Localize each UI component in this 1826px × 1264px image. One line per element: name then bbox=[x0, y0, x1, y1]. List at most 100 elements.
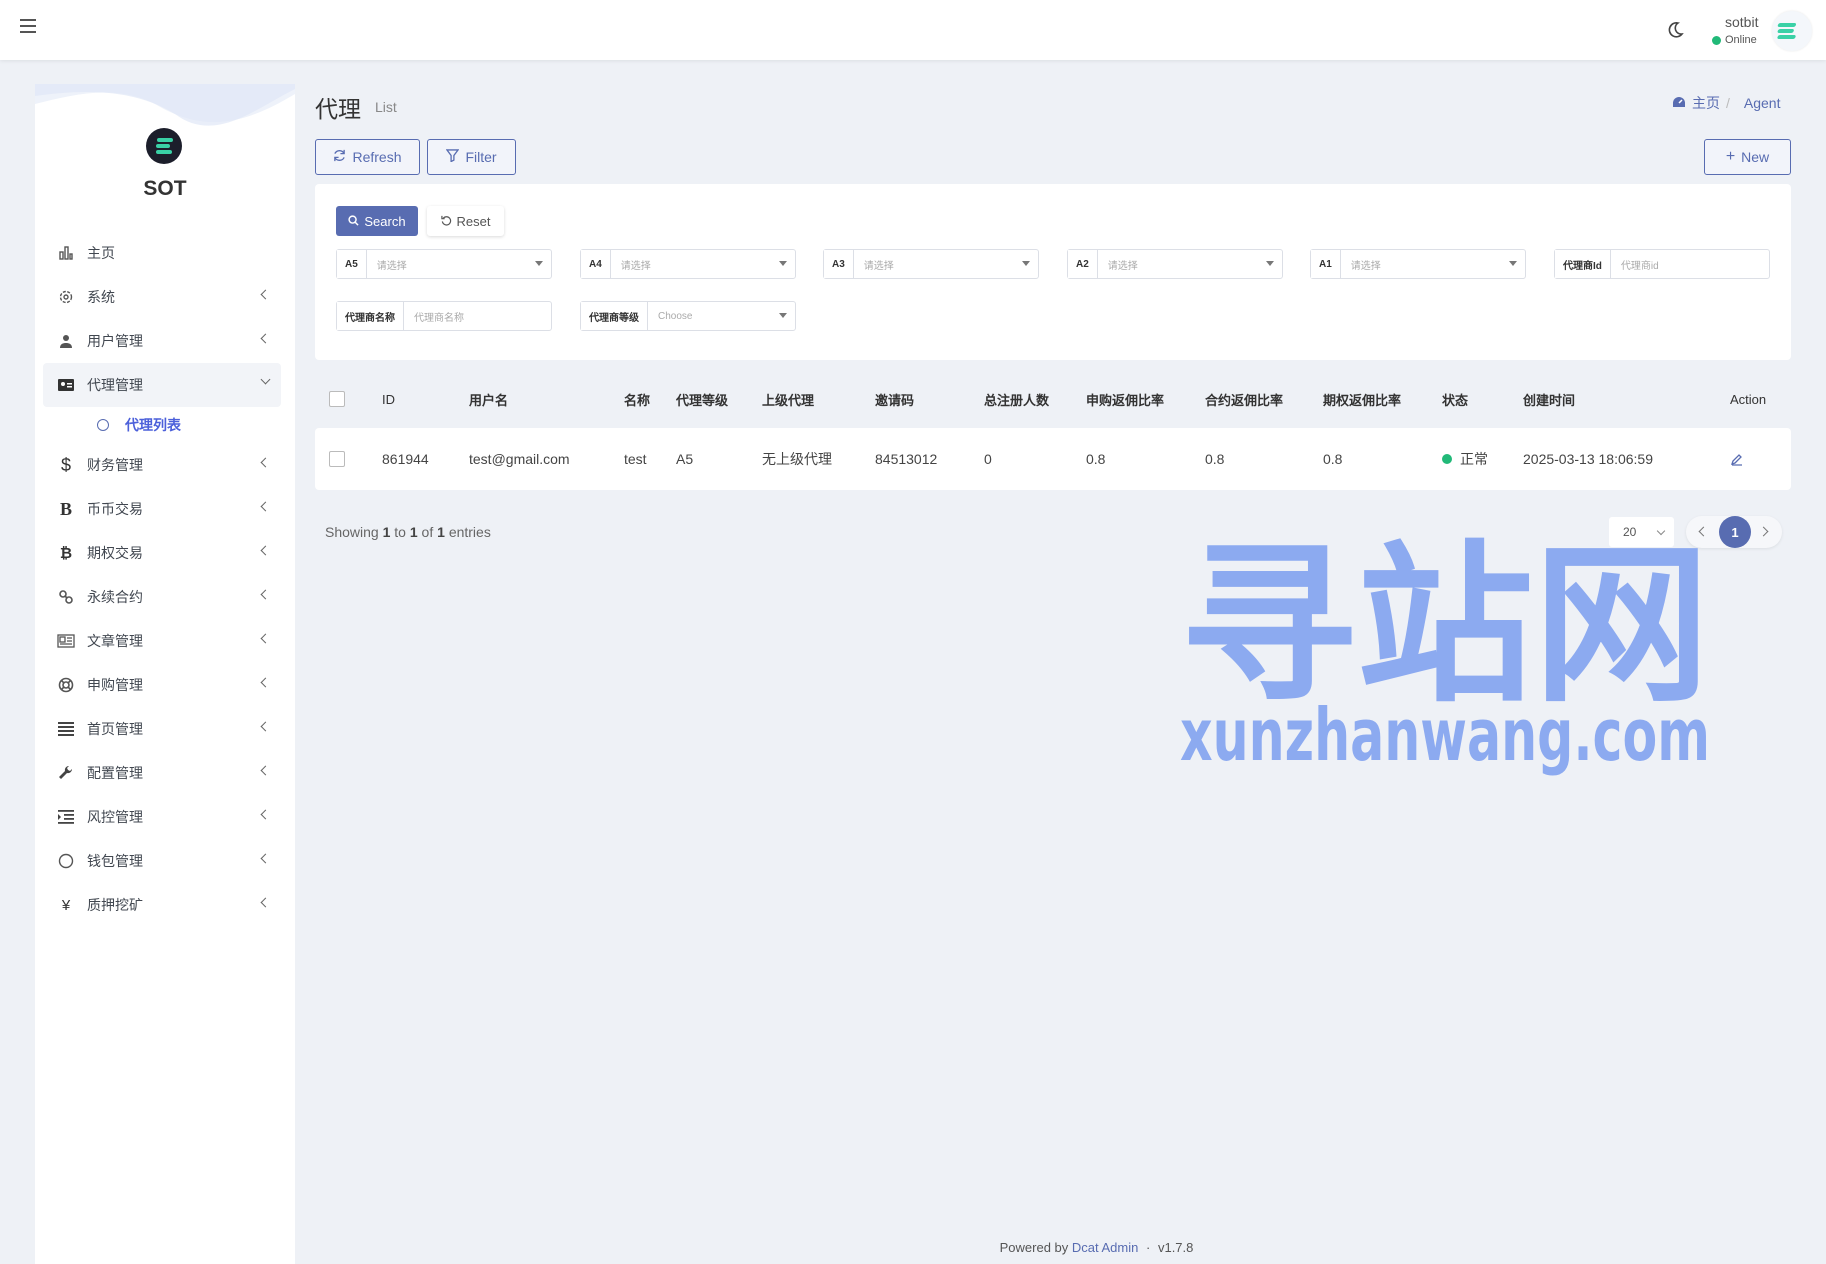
filter-agent-name-input[interactable]: 代理商名称 代理商名称 bbox=[336, 301, 552, 331]
search-button[interactable]: Search bbox=[336, 206, 418, 236]
undo-icon bbox=[440, 214, 452, 229]
footer-separator: · bbox=[1146, 1240, 1151, 1255]
filter-a1-select[interactable]: A1 请选择 bbox=[1310, 249, 1526, 279]
sidebar-item-label: 系统 bbox=[87, 289, 115, 305]
sidebar-item-perpetual[interactable]: 永续合约 bbox=[43, 575, 281, 619]
column-header: 期权返佣比率 bbox=[1323, 392, 1402, 408]
chevron-left-icon bbox=[260, 289, 271, 300]
sidebar-item-label: 财务管理 bbox=[87, 457, 143, 473]
showing-from: 1 bbox=[382, 524, 391, 540]
sidebar-menu: 主页 系统 用户管理 代理管理 代理列表 $ 财务管理 B 币币交易 ₿ 期权交… bbox=[43, 231, 281, 927]
showing-to: 1 bbox=[409, 524, 418, 540]
user-name[interactable]: sotbit bbox=[1725, 14, 1758, 30]
menu-toggle-icon[interactable] bbox=[20, 19, 36, 33]
new-button[interactable]: + New bbox=[1704, 139, 1791, 175]
showing-prefix: Showing bbox=[325, 524, 379, 540]
filter-value: 请选择 bbox=[1107, 260, 1138, 272]
list-icon bbox=[57, 720, 75, 738]
sidebar-item-subscription[interactable]: 申购管理 bbox=[43, 663, 281, 707]
brand-name: SOT bbox=[143, 177, 187, 200]
next-page-icon[interactable] bbox=[1758, 526, 1769, 537]
sidebar-item-label: 代理管理 bbox=[87, 377, 143, 393]
footer: Powered by Dcat Admin · v1.7.8 bbox=[0, 1240, 1826, 1255]
column-header: 上级代理 bbox=[762, 392, 815, 408]
filter-agent-level-select[interactable]: 代理商等级 Choose bbox=[580, 301, 796, 331]
sidebar-item-users[interactable]: 用户管理 bbox=[43, 319, 281, 363]
filter-agent-id-input[interactable]: 代理商Id 代理商id bbox=[1554, 249, 1770, 279]
filter-a2-select[interactable]: A2 请选择 bbox=[1067, 249, 1283, 279]
sidebar-subitem-agent-list[interactable]: 代理列表 bbox=[43, 407, 281, 443]
avatar[interactable] bbox=[1772, 11, 1812, 51]
link-icon bbox=[57, 588, 75, 606]
breadcrumb-home[interactable]: 主页 bbox=[1692, 93, 1720, 113]
sidebar-item-config[interactable]: 配置管理 bbox=[43, 751, 281, 795]
dark-mode-moon-icon[interactable] bbox=[1665, 20, 1685, 40]
sidebar-item-wallet[interactable]: 钱包管理 bbox=[43, 839, 281, 883]
chevron-left-icon bbox=[260, 545, 271, 556]
edit-icon[interactable] bbox=[1730, 428, 1744, 490]
page-title: 代理 bbox=[315, 96, 361, 122]
footer-prefix: Powered by bbox=[999, 1240, 1069, 1255]
chevron-left-icon bbox=[260, 853, 271, 864]
sidebar-item-system[interactable]: 系统 bbox=[43, 275, 281, 319]
new-label: New bbox=[1741, 149, 1770, 165]
dashboard-icon bbox=[1672, 95, 1686, 111]
showing-entries-word: entries bbox=[448, 524, 491, 540]
cell-status: 正常 bbox=[1442, 428, 1488, 490]
cell-contract-rate: 0.8 bbox=[1205, 451, 1225, 467]
table-header: ID 用户名 名称 代理等级 上级代理 邀请码 总注册人数 申购返佣比率 合约返… bbox=[315, 374, 1791, 424]
sidebar-item-label: 期权交易 bbox=[87, 545, 143, 561]
sidebar-item-homepage[interactable]: 首页管理 bbox=[43, 707, 281, 751]
sidebar-item-spot-trading[interactable]: B 币币交易 bbox=[43, 487, 281, 531]
column-header: 代理等级 bbox=[676, 392, 729, 408]
column-header[interactable]: ID bbox=[382, 374, 395, 424]
filter-label: A3 bbox=[824, 250, 854, 278]
search-label: Search bbox=[364, 213, 406, 229]
filter-value: 请选择 bbox=[1350, 260, 1381, 272]
filter-a4-select[interactable]: A4 请选择 bbox=[580, 249, 796, 279]
caret-down-icon bbox=[779, 313, 787, 318]
wrench-icon bbox=[57, 764, 75, 782]
breadcrumb-current[interactable]: Agent bbox=[1744, 95, 1781, 111]
sidebar-item-home[interactable]: 主页 bbox=[43, 231, 281, 275]
showing-of-word: of bbox=[421, 524, 434, 540]
sidebar-item-label: 币币交易 bbox=[87, 501, 143, 517]
caret-down-icon bbox=[1509, 261, 1517, 266]
filter-a3-select[interactable]: A3 请选择 bbox=[823, 249, 1039, 279]
page-number-current[interactable]: 1 bbox=[1719, 516, 1751, 548]
reset-button[interactable]: Reset bbox=[427, 206, 504, 236]
row-checkbox[interactable] bbox=[329, 451, 345, 467]
chevron-left-icon bbox=[260, 721, 271, 732]
cell-id: 861944 bbox=[382, 451, 429, 467]
filter-a5-select[interactable]: A5 请选择 bbox=[336, 249, 552, 279]
select-all-checkbox[interactable] bbox=[329, 391, 345, 407]
filter-icon bbox=[446, 149, 460, 165]
footer-version: v1.7.8 bbox=[1157, 1240, 1194, 1255]
filter-value: Choose bbox=[658, 310, 693, 322]
sidebar-item-articles[interactable]: 文章管理 bbox=[43, 619, 281, 663]
cell-subscription-rate: 0.8 bbox=[1086, 451, 1106, 467]
sidebar-item-label: 主页 bbox=[87, 245, 115, 261]
sidebar-item-label: 用户管理 bbox=[87, 333, 143, 349]
yen-icon: ¥ bbox=[61, 896, 71, 914]
sidebar-item-label: 永续合约 bbox=[87, 589, 143, 605]
sidebar-item-staking[interactable]: ¥ 质押挖矿 bbox=[43, 883, 281, 927]
breadcrumb-separator: / bbox=[1726, 95, 1730, 111]
cell-username: test@gmail.com bbox=[469, 451, 570, 467]
sidebar-item-risk[interactable]: 风控管理 bbox=[43, 795, 281, 839]
footer-link[interactable]: Dcat Admin bbox=[1072, 1240, 1138, 1255]
user-icon bbox=[57, 332, 75, 350]
filter-button[interactable]: Filter bbox=[427, 139, 516, 175]
sidebar-subitem-label: 代理列表 bbox=[125, 417, 181, 433]
data-table: ID 用户名 名称 代理等级 上级代理 邀请码 总注册人数 申购返佣比率 合约返… bbox=[315, 374, 1791, 490]
sidebar-item-agent[interactable]: 代理管理 bbox=[43, 363, 281, 407]
column-header: 用户名 bbox=[469, 392, 509, 408]
cell-invite-code: 84513012 bbox=[875, 451, 938, 467]
refresh-label: Refresh bbox=[352, 149, 402, 165]
online-dot-icon bbox=[1712, 35, 1721, 45]
sidebar-item-finance[interactable]: $ 财务管理 bbox=[43, 443, 281, 487]
refresh-button[interactable]: Refresh bbox=[315, 139, 420, 175]
sidebar-item-options[interactable]: ₿ 期权交易 bbox=[43, 531, 281, 575]
indent-icon bbox=[57, 808, 75, 826]
sot-logo-icon bbox=[1777, 23, 1797, 39]
